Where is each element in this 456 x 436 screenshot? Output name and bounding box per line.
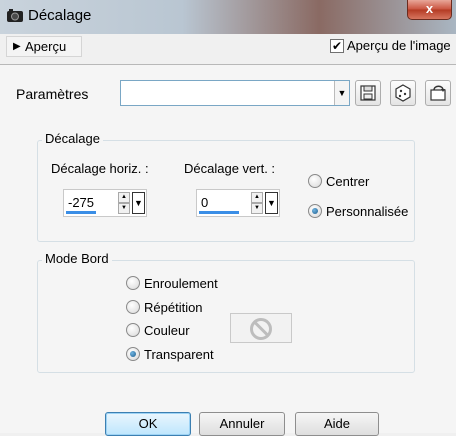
image-preview-checkbox[interactable]: ✔ — [330, 39, 344, 53]
horizontal-offset-label: Décalage horiz. : — [51, 161, 149, 176]
radio-repetition[interactable] — [126, 300, 140, 314]
radio-enroulement[interactable] — [126, 276, 140, 290]
value-slider-bar — [66, 211, 96, 214]
radio-centrer[interactable] — [308, 174, 322, 188]
radio-personnalisee[interactable] — [308, 204, 322, 218]
vertical-offset-value: 0 — [201, 195, 209, 210]
radio-centrer-label: Centrer — [326, 174, 370, 189]
horizontal-offset-field[interactable]: -275 ▲ ▼ ▼ — [63, 189, 147, 217]
offset-group-title: Décalage — [42, 131, 103, 146]
vertical-offset-label: Décalage vert. : — [184, 161, 276, 176]
random-preset-button[interactable] — [390, 80, 416, 106]
save-preset-button[interactable] — [355, 80, 381, 106]
increment-arrow-icon[interactable]: ▲ — [118, 192, 130, 203]
image-preview-label: Aperçu de l'image — [347, 38, 451, 53]
preview-toggle-label: Aperçu — [25, 39, 67, 54]
radio-couleur[interactable] — [126, 323, 140, 337]
close-button[interactable]: x — [407, 0, 452, 20]
dropdown-arrow-icon[interactable]: ▼ — [132, 192, 145, 214]
cancel-button[interactable]: Annuler — [199, 412, 285, 436]
radio-couleur-label: Couleur — [144, 323, 190, 338]
expand-arrow-icon: ▶ — [13, 41, 21, 52]
presets-combo[interactable] — [120, 80, 350, 106]
edge-mode-group-title: Mode Bord — [42, 251, 112, 266]
vertical-offset-field[interactable]: 0 ▲ ▼ ▼ — [196, 189, 280, 217]
ok-button[interactable]: OK — [105, 412, 191, 436]
decrement-arrow-icon[interactable]: ▼ — [251, 203, 263, 214]
help-button[interactable]: Aide — [295, 412, 379, 436]
title-bar: Décalage x — [0, 0, 456, 34]
dialog-body — [0, 65, 456, 433]
checkmark-icon: ✔ — [331, 39, 343, 53]
edge-mode-group — [37, 260, 415, 373]
horizontal-offset-value: -275 — [68, 195, 95, 210]
spin-buttons: ▲ ▼ — [251, 192, 263, 214]
floppy-disk-icon — [360, 85, 376, 101]
radio-transparent[interactable] — [126, 347, 140, 361]
radio-transparent-label: Transparent — [144, 347, 214, 362]
no-color-icon — [250, 318, 272, 340]
presets-label: Paramètres — [16, 86, 89, 102]
increment-arrow-icon[interactable]: ▲ — [251, 192, 263, 203]
value-slider-bar — [199, 211, 239, 214]
dice-icon — [395, 84, 411, 102]
spin-buttons: ▲ ▼ — [118, 192, 130, 214]
radio-personnalisee-label: Personnalisée — [326, 204, 409, 219]
decrement-arrow-icon[interactable]: ▼ — [118, 203, 130, 214]
radio-repetition-label: Répétition — [144, 300, 203, 315]
dropdown-arrow-icon[interactable]: ▼ — [265, 192, 278, 214]
app-icon — [6, 8, 24, 24]
preview-toggle-button[interactable]: ▶ Aperçu — [6, 36, 82, 57]
window-title: Décalage — [28, 7, 92, 24]
reset-preset-button[interactable] — [425, 80, 451, 106]
presets-dropdown-arrow[interactable]: ▼ — [334, 81, 349, 105]
reset-icon — [430, 85, 446, 101]
color-swatch[interactable] — [230, 313, 292, 343]
radio-enroulement-label: Enroulement — [144, 276, 218, 291]
